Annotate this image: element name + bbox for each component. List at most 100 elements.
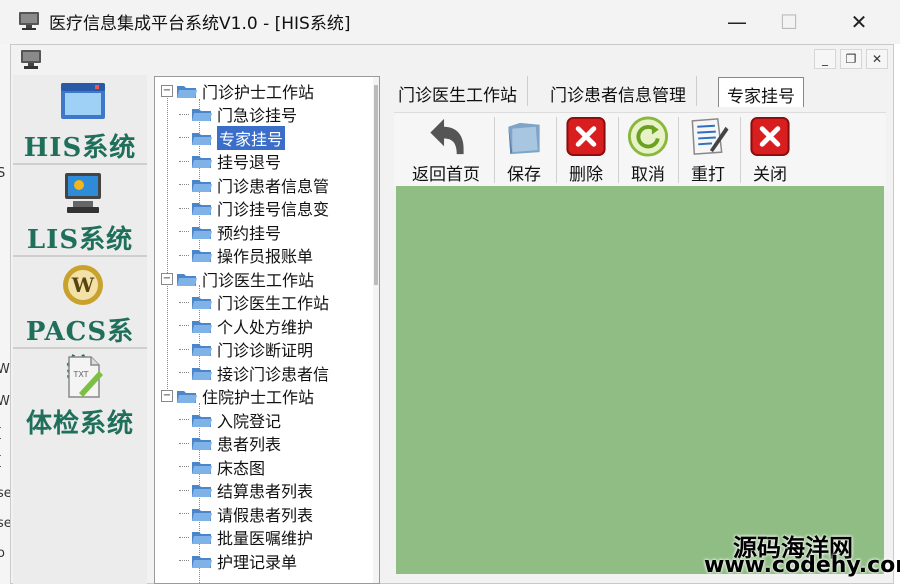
refresh-circle-icon	[627, 116, 669, 157]
tree-item-label: 门诊患者信息管	[217, 176, 330, 196]
tree-item[interactable]: 护理记录单	[179, 549, 297, 572]
save-button[interactable]: 保存	[502, 115, 546, 185]
system-item-his[interactable]: HIS系统	[13, 75, 147, 165]
system-item-pacs[interactable]: W PACS系统	[13, 259, 147, 384]
tree-item[interactable]: 患者列表	[179, 432, 281, 455]
tree-item-label: 批量医嘱维护	[217, 529, 314, 548]
tree-item-label: 护理记录单	[217, 552, 298, 572]
tree-item[interactable]: 入院登记	[179, 408, 281, 431]
svg-text:W: W	[71, 273, 95, 297]
tree-item[interactable]: 门诊患者信息管	[179, 173, 329, 196]
system-label: 体检系统	[25, 409, 134, 439]
folder-icon	[192, 367, 212, 380]
tree-group-label: 住院护士工作站	[202, 388, 315, 407]
tree-item[interactable]: 门诊诊断证明	[179, 338, 313, 361]
document-pen-icon	[691, 118, 729, 155]
delete-button[interactable]: 删除	[564, 115, 608, 185]
tree-item[interactable]: 批量医嘱维护	[179, 526, 313, 549]
folder-icon	[192, 438, 212, 450]
tree-item-label: 挂号退号	[217, 153, 282, 172]
folder-icon	[192, 203, 212, 215]
tree-item-label: 门急诊挂号	[217, 106, 298, 125]
folder-icon	[177, 85, 197, 98]
folder-icon	[192, 179, 212, 192]
folder-icon	[192, 320, 212, 333]
mdi-close-button[interactable]: ✕	[866, 49, 888, 69]
tree-item[interactable]: 门诊医生工作站	[179, 291, 329, 314]
folder-save-icon	[508, 122, 540, 155]
mdi-minimize-button[interactable]: _	[814, 49, 836, 69]
reprint-button[interactable]: 重打	[686, 115, 730, 185]
app-computer-icon	[19, 12, 39, 30]
window-title: 医疗信息集成平台系统V1.0 - [HIS系统]	[49, 14, 351, 34]
folder-icon	[192, 226, 212, 239]
tree-item[interactable]: 床态图	[179, 455, 265, 478]
home-button[interactable]: 返回首页	[412, 115, 480, 185]
tab-expert-registration[interactable]: 专家挂号	[718, 77, 804, 107]
title-bar: 医疗信息集成平台系统V1.0 - [HIS系统] — ☐ ✕	[0, 0, 900, 44]
tree-group[interactable]: − 住院护士工作站	[161, 385, 314, 408]
tree-group[interactable]: − 门诊护士工作站	[161, 79, 314, 102]
background-text-fragment: [	[0, 454, 2, 469]
tree-item[interactable]: 请假患者列表	[179, 502, 313, 525]
system-item-lis[interactable]: LIS系统	[13, 167, 147, 257]
tree-item-label: 床态图	[217, 458, 266, 478]
tree-item[interactable]: 预约挂号	[179, 220, 281, 243]
computer-icon	[65, 173, 101, 213]
tab-outpatient-doctor[interactable]: 门诊医生工作站	[388, 76, 528, 106]
folder-icon	[192, 156, 212, 168]
background-text-fragment: W	[0, 394, 10, 409]
window-icon	[61, 83, 105, 119]
folder-icon	[192, 555, 212, 568]
system-nav: HIS系统 LIS系统 W PACS系统 TXT	[13, 75, 147, 584]
tree-item-label: 接诊门诊患者信	[217, 364, 330, 384]
content-area[interactable]	[396, 186, 884, 574]
folder-icon	[192, 461, 212, 474]
tree-item[interactable]: 个人处方维护	[179, 314, 313, 337]
return-arrow-icon	[430, 118, 464, 155]
folder-icon	[192, 485, 212, 497]
close-tab-button[interactable]: 关闭	[748, 115, 792, 185]
close-window-button[interactable]: ✕	[836, 6, 882, 38]
system-item-checkup[interactable]: TXT 体检系统	[13, 351, 147, 441]
tree-item[interactable]: 操作员报账单	[179, 244, 313, 267]
reprint-button-label: 重打	[691, 165, 725, 185]
cancel-button[interactable]: 取消	[626, 115, 670, 185]
tree-item[interactable]: 专家挂号	[179, 125, 286, 150]
tree-item[interactable]: 接诊门诊患者信	[179, 361, 329, 384]
tree-item-label: 结算患者列表	[217, 482, 314, 501]
tree-item[interactable]: 门诊挂号信息变	[179, 197, 329, 220]
tree-item-label: 专家挂号	[217, 125, 286, 150]
tree-group-label: 门诊医生工作站	[202, 270, 315, 290]
tree-scrollbar[interactable]	[373, 77, 379, 583]
function-tree: − 门诊护士工作站 门急诊挂号 专家挂号挂号退号门诊患者信息管 门诊挂号信息变 预约挂号操…	[154, 76, 380, 584]
tree-item[interactable]: 门急诊挂号	[179, 103, 297, 126]
tree-item-label: 门诊诊断证明	[217, 341, 314, 360]
folder-icon	[177, 273, 197, 286]
tree-group[interactable]: − 门诊医生工作站	[161, 267, 314, 290]
tree-scroll-thumb[interactable]	[374, 85, 378, 285]
mdi-restore-button[interactable]: ❐	[840, 49, 862, 69]
watermark-url: www.codehy.com	[704, 553, 900, 578]
collapse-toggle-icon[interactable]: −	[161, 84, 173, 97]
collapse-toggle-icon[interactable]: −	[161, 272, 173, 285]
mdi-computer-icon	[21, 50, 41, 69]
tree-item-label: 门诊挂号信息变	[217, 200, 330, 219]
tab-outpatient-patient-info[interactable]: 门诊患者信息管理	[540, 76, 697, 106]
maximize-button[interactable]: ☐	[766, 6, 812, 38]
tree-item[interactable]: 挂号退号	[179, 150, 281, 173]
home-button-label: 返回首页	[412, 165, 480, 185]
system-label: HIS系统	[23, 133, 137, 163]
tree-group-label: 门诊护士工作站	[202, 82, 315, 102]
tree-item[interactable]: 结算患者列表	[179, 479, 313, 502]
red-close-icon	[750, 116, 790, 157]
minimize-button[interactable]: —	[714, 6, 760, 38]
save-button-label: 保存	[507, 165, 541, 185]
folder-icon	[192, 250, 212, 262]
collapse-toggle-icon[interactable]: −	[161, 390, 173, 402]
folder-icon	[192, 532, 212, 544]
background-text-fragment: S	[0, 166, 6, 181]
system-label: LIS系统	[26, 225, 134, 255]
tree-item-label: 患者列表	[217, 435, 282, 454]
tree-item-label: 请假患者列表	[217, 505, 314, 525]
